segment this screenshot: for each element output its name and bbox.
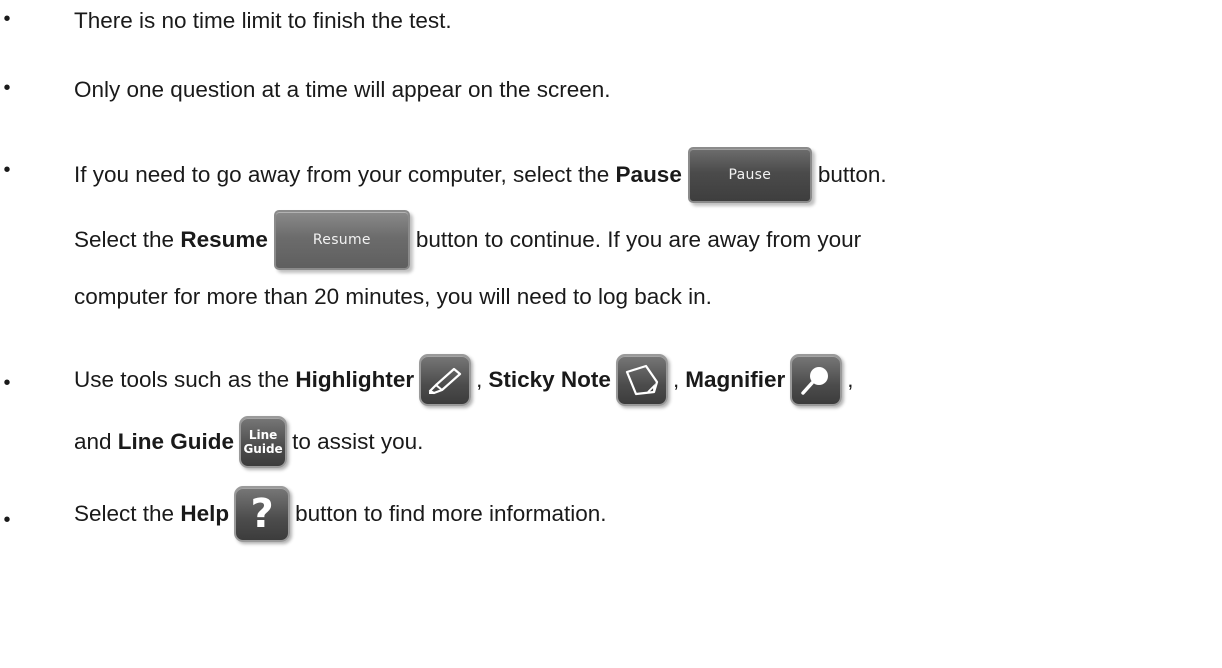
help-label: Help [180,501,230,526]
and-text: and [74,429,118,454]
magnifier-icon [790,354,843,406]
item-line: If you need to go away from your compute… [74,144,887,206]
log-back-in-text: computer for more than 20 minutes, you w… [74,284,712,309]
line-guide-label: Line Guide [117,429,235,454]
item-line: Select the Help ? button to find more in… [74,482,607,546]
magnifier-label: Magnifier [685,367,786,392]
line-guide-icon-line1: Line [248,428,278,442]
item-line: computer for more than 20 minutes, you w… [74,282,712,312]
highlighter-label: Highlighter [295,367,415,392]
comma: , [672,367,680,392]
find-info-text: button to find more information. [295,501,607,526]
tools-intro-text: Use tools such as the [74,367,296,392]
help-icon: ? [234,486,291,542]
item-text: There is no time limit to finish the tes… [74,6,452,36]
bullet: • [3,159,11,181]
bullet: • [3,372,11,394]
item-line: Select the Resume Resume button to conti… [74,208,861,272]
bullet: • [3,77,11,99]
line-guide-icon: Line Guide [239,416,288,468]
item-line: and Line Guide Line Guide to assist you. [74,412,423,472]
no-time-limit-text: There is no time limit to finish the tes… [74,8,452,33]
resume-label: Resume [180,227,268,252]
resume-instruction-text: Select the [74,227,181,252]
resume-button: Resume [273,210,410,270]
magnifier-icon-graphic [801,367,829,395]
sticky-note-icon [615,354,668,406]
sticky-note-icon-graphic [625,364,659,396]
sticky-note-label: Sticky Note [488,367,611,392]
assist-text: to assist you. [292,429,424,454]
comma: , [847,367,854,392]
bullet: • [3,8,11,30]
item-text: Only one question at a time will appear … [74,75,611,105]
bullet: • [3,509,11,531]
pause-label: Pause [615,162,682,187]
resume-continue-text: button to continue. If you are away from… [415,227,862,252]
line-guide-icon-line2: Guide [243,442,283,456]
item-line: Use tools such as the Highlighter , Stic… [74,348,853,412]
highlighter-icon-graphic [429,367,462,395]
pause-instruction-text: If you need to go away from your compute… [74,162,616,187]
comma: , [476,367,483,392]
button-word: button. [817,162,887,187]
pause-button: Pause [687,147,812,203]
one-question-text: Only one question at a time will appear … [74,77,611,102]
highlighter-icon [419,354,472,406]
help-instruction-text: Select the [74,501,181,526]
